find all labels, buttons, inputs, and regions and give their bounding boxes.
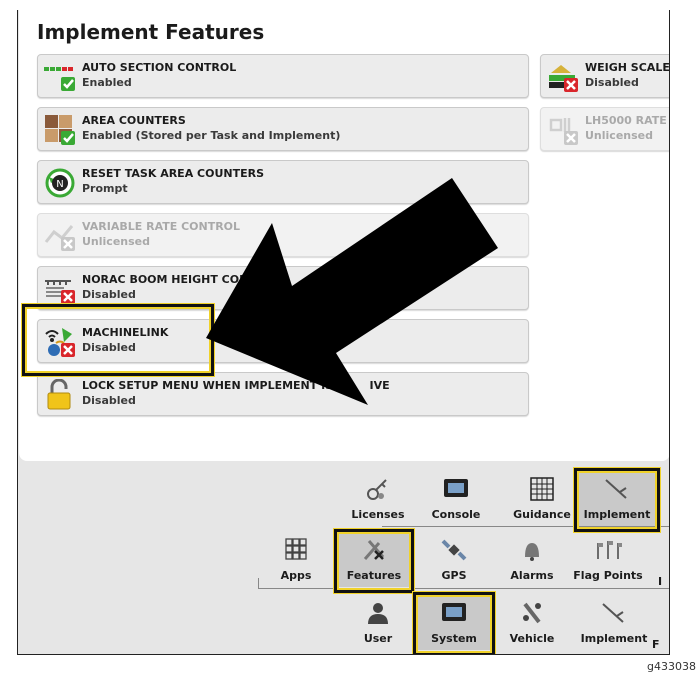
feature-label: LH5000 RATE SEI	[585, 114, 669, 127]
reset-task-area-counters-button[interactable]: N RESET TASK AREA COUNTERS Prompt	[37, 160, 529, 204]
feature-status: Unlicensed	[82, 235, 150, 248]
nav-label: Vehicle	[509, 632, 555, 645]
padlock-icon	[47, 379, 71, 410]
feature-status: Disabled	[82, 394, 136, 407]
feature-status: Enabled (Stored per Task and Implement)	[82, 129, 341, 142]
variable-rate-control-button[interactable]: VARIABLE RATE CONTROL Unlicensed	[37, 213, 529, 257]
feature-label: RESET TASK AREA COUNTERS	[82, 167, 265, 180]
nav-divider	[382, 526, 669, 527]
machinelink-icon	[45, 328, 75, 357]
nav-label: Licenses	[351, 508, 405, 521]
feature-label: LOCK SETUP MENU WHEN IMPLEMENT IS AC IVE	[82, 379, 390, 392]
implement-features-panel: Implement Features AUTO SECTION CONTROL …	[19, 10, 670, 461]
feature-label: AREA COUNTERS	[82, 114, 186, 127]
feature-label: AUTO SECTION CONTROL	[82, 61, 237, 74]
nav-label: Apps	[280, 569, 312, 582]
console-icon	[444, 479, 468, 497]
system-console-icon	[442, 603, 466, 621]
figure-code: g433038	[647, 660, 696, 673]
nav-partial-item[interactable]: I	[634, 537, 669, 588]
nav-label: System	[431, 632, 477, 645]
app-window: Implement Features AUTO SECTION CONTROL …	[17, 10, 670, 655]
reset-counter-icon: N	[45, 168, 75, 198]
nav-console[interactable]: Console	[418, 476, 494, 521]
rate-sensor-icon	[549, 118, 578, 145]
lh5000-rate-button[interactable]: LH5000 RATE SEI Unlicensed	[540, 107, 669, 151]
guidance-grid-icon	[530, 477, 554, 501]
feature-label: VARIABLE RATE CONTROL	[82, 220, 241, 233]
nav-label: I	[658, 575, 663, 588]
nav-user[interactable]: User	[340, 600, 416, 645]
nav-label: F	[652, 638, 660, 651]
nav-divider	[258, 588, 669, 589]
variable-rate-icon	[44, 225, 75, 251]
feature-status: Disabled	[585, 76, 639, 89]
area-counters-button[interactable]: AREA COUNTERS Enabled (Stored per Task a…	[37, 107, 529, 151]
flags-icon	[597, 541, 622, 559]
keys-icon	[367, 479, 387, 500]
nav-label: Guidance	[513, 508, 571, 521]
feature-status: Disabled	[82, 288, 136, 301]
svg-text:N: N	[56, 179, 63, 190]
nav-gps[interactable]: GPS	[416, 537, 492, 582]
apps-grid-icon	[285, 538, 307, 560]
nav-partial-item[interactable]: F	[640, 600, 669, 651]
norac-boom-height-button[interactable]: NORAC BOOM HEIGHT CONT Disabled	[37, 266, 529, 310]
nav-features-selected[interactable]: Features	[338, 533, 410, 587]
feature-status: Unlicensed	[585, 129, 653, 142]
nav-label: Features	[346, 569, 402, 582]
implement-icon	[605, 479, 627, 499]
nav-implement-selected[interactable]: Implement	[578, 472, 656, 526]
lock-setup-menu-button[interactable]: LOCK SETUP MENU WHEN IMPLEMENT IS AC IVE …	[37, 372, 529, 416]
bell-icon	[525, 543, 539, 561]
feature-status: Enabled	[82, 76, 132, 89]
nav-vehicle[interactable]: Vehicle	[494, 600, 570, 645]
satellite-icon	[441, 539, 467, 561]
boom-height-icon	[45, 280, 75, 304]
area-counters-icon	[45, 115, 75, 145]
nav-guidance[interactable]: Guidance	[504, 476, 580, 521]
nav-label: Implement	[583, 508, 651, 521]
feature-status: Disabled	[82, 341, 136, 354]
auto-section-control-button[interactable]: AUTO SECTION CONTROL Enabled	[37, 54, 529, 98]
section-control-icon	[44, 67, 75, 91]
nav-label: GPS	[441, 569, 467, 582]
implement-icon	[602, 603, 624, 623]
vehicle-icon	[523, 602, 541, 624]
nav-alarms[interactable]: Alarms	[494, 537, 570, 582]
features-tools-icon	[363, 540, 385, 560]
machinelink-button[interactable]: MACHINELINK Disabled	[37, 319, 529, 363]
feature-status: Prompt	[82, 182, 128, 195]
weigh-scales-icon	[549, 65, 578, 92]
nav-label: User	[363, 632, 393, 645]
nav-licenses[interactable]: Licenses	[340, 476, 416, 521]
nav-apps[interactable]: Apps	[258, 537, 334, 582]
weigh-scales-button[interactable]: WEIGH SCALES Disabled	[540, 54, 670, 98]
feature-label: WEIGH SCALES	[585, 61, 670, 74]
page-title: Implement Features	[37, 20, 265, 44]
nav-system-selected[interactable]: System	[418, 596, 490, 650]
nav-label: Alarms	[510, 569, 554, 582]
nav-label: Console	[431, 508, 481, 521]
user-icon	[368, 603, 388, 624]
feature-label: MACHINELINK	[82, 326, 169, 339]
feature-label: NORAC BOOM HEIGHT CONT	[82, 273, 256, 286]
